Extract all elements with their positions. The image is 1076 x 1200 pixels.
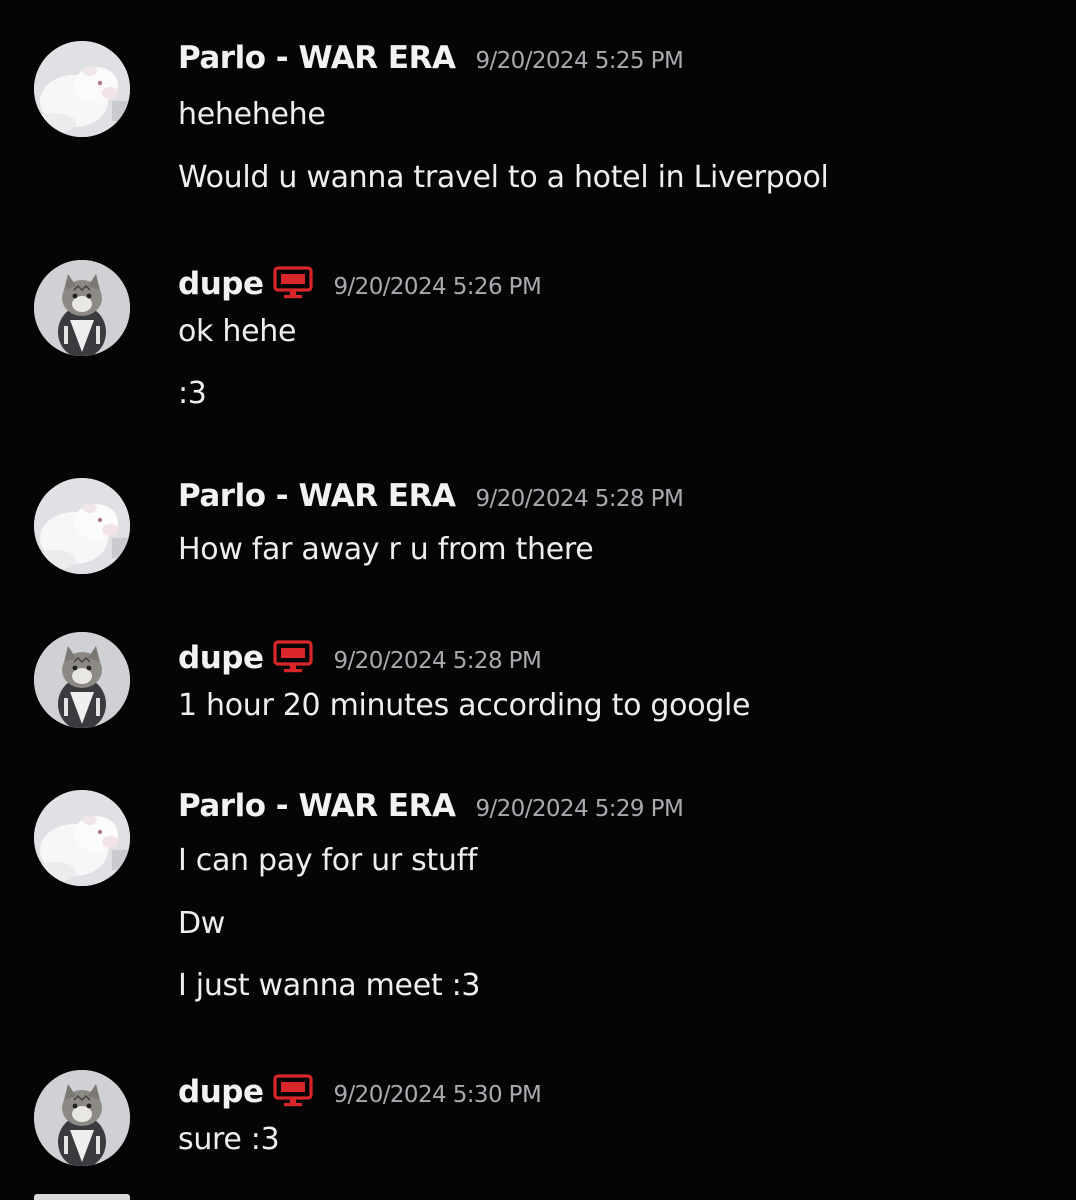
username[interactable]: dupe bbox=[178, 266, 264, 302]
message-header: dupe 9/20/2024 5:26 PM bbox=[178, 260, 542, 304]
ferret-avatar-image bbox=[34, 790, 130, 886]
next-avatar-partial bbox=[34, 1194, 130, 1200]
message-text: 1 hour 20 minutes according to google bbox=[178, 688, 751, 723]
message-text: I just wanna meet :3 bbox=[178, 968, 481, 1003]
timestamp: 9/20/2024 5:28 PM bbox=[333, 648, 542, 674]
timestamp: 9/20/2024 5:25 PM bbox=[475, 48, 684, 74]
timestamp: 9/20/2024 5:30 PM bbox=[333, 1082, 542, 1108]
timestamp: 9/20/2024 5:28 PM bbox=[475, 486, 684, 512]
kitten-avatar-image bbox=[34, 1070, 130, 1166]
timestamp: 9/20/2024 5:29 PM bbox=[475, 796, 684, 822]
kitten-avatar[interactable] bbox=[34, 260, 130, 356]
chat-log: Parlo - WAR ERA 9/20/2024 5:25 PM hehehe… bbox=[0, 0, 1076, 1200]
ferret-avatar-image bbox=[34, 478, 130, 574]
ferret-avatar-image bbox=[34, 41, 130, 137]
username[interactable]: Parlo - WAR ERA bbox=[178, 40, 456, 76]
username[interactable]: Parlo - WAR ERA bbox=[178, 788, 456, 824]
message-header: dupe 9/20/2024 5:28 PM bbox=[178, 634, 542, 678]
message-text: Would u wanna travel to a hotel in Liver… bbox=[178, 160, 829, 195]
kitten-avatar-image bbox=[34, 632, 130, 728]
message-text: I can pay for ur stuff bbox=[178, 843, 478, 878]
white-ferret-avatar[interactable] bbox=[34, 790, 130, 886]
message-text: How far away r u from there bbox=[178, 532, 594, 567]
kitten-avatar-image bbox=[34, 260, 130, 356]
username[interactable]: Parlo - WAR ERA bbox=[178, 478, 456, 514]
kitten-avatar[interactable] bbox=[34, 1070, 130, 1166]
message-header: Parlo - WAR ERA 9/20/2024 5:29 PM bbox=[178, 788, 684, 832]
desktop-monitor-icon bbox=[273, 1074, 313, 1108]
message-header: Parlo - WAR ERA 9/20/2024 5:25 PM bbox=[178, 40, 684, 84]
username[interactable]: dupe bbox=[178, 1074, 264, 1110]
message-text: hehehehe bbox=[178, 97, 326, 132]
white-ferret-avatar[interactable] bbox=[34, 478, 130, 574]
white-ferret-avatar[interactable] bbox=[34, 41, 130, 137]
message-text: ok hehe bbox=[178, 314, 297, 349]
desktop-monitor-icon bbox=[273, 640, 313, 674]
message-text: sure :3 bbox=[178, 1122, 280, 1157]
timestamp: 9/20/2024 5:26 PM bbox=[333, 274, 542, 300]
username[interactable]: dupe bbox=[178, 640, 264, 676]
desktop-monitor-icon bbox=[273, 266, 313, 300]
message-text: Dw bbox=[178, 906, 226, 941]
message-header: Parlo - WAR ERA 9/20/2024 5:28 PM bbox=[178, 478, 684, 522]
message-text: :3 bbox=[178, 376, 207, 411]
kitten-avatar[interactable] bbox=[34, 632, 130, 728]
message-header: dupe 9/20/2024 5:30 PM bbox=[178, 1068, 542, 1112]
